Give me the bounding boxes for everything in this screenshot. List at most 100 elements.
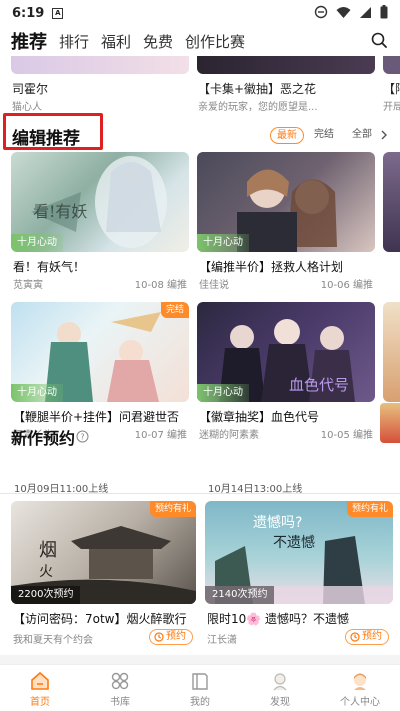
nav-library-label: 书库 <box>110 697 130 708</box>
card-title[interactable]: 【编推半价】拯救人格计划 <box>199 258 375 275</box>
previous-author-1: 猫心人 <box>12 102 42 113</box>
filter-latest[interactable]: 最新 <box>270 127 304 144</box>
card-cover[interactable]: 烟 火 预约有礼 2200次预约 <box>11 501 196 604</box>
new-work-card[interactable]: 遗憾吗? 不遗憾 预约有礼 2140次预约 限时10🌸 遗憾吗？不遗憾 江长潇 … <box>205 501 393 651</box>
card-title[interactable]: 【访问密码：7otw】烟火醉歌行 <box>13 610 198 627</box>
card-author: 迷糊的阿素素 <box>199 430 259 441</box>
search-icon[interactable] <box>370 31 388 49</box>
card-title[interactable]: 限时10🌸 遗憾吗？不遗憾 <box>207 610 393 627</box>
svg-text:遗憾吗?: 遗憾吗? <box>253 515 302 531</box>
tab-ranking[interactable]: 排行 <box>59 31 89 52</box>
nav-discover-label: 发现 <box>270 697 290 708</box>
reserve-label: 预约 <box>362 631 382 642</box>
previous-row: 司霍尔 猫心人 【卡集+徽抽】恶之花 亲爱的玩家，您的愿望是... 【阿 开局 <box>0 56 400 114</box>
previous-desc-2: 亲爱的玩家，您的愿望是... <box>198 102 318 113</box>
card-date: 10-06 编推 <box>320 280 373 291</box>
nav-profile[interactable]: 个人中心 <box>330 671 390 708</box>
nav-home[interactable]: 首页 <box>10 671 70 708</box>
svg-text:血色代号: 血色代号 <box>289 376 349 394</box>
reserve-label: 预约 <box>166 631 186 642</box>
card-title[interactable]: 【徽章抽奖】血色代号 <box>199 408 375 425</box>
clock-icon <box>350 632 360 642</box>
release-date: 10月14日13:00上线 <box>208 484 303 495</box>
svg-text:?: ? <box>80 433 84 442</box>
card-author: 江长潇 <box>207 635 237 646</box>
card-tag: 预约有礼 <box>149 501 196 517</box>
card-cover[interactable]: 十月心动 <box>197 152 375 252</box>
peek-card[interactable] <box>383 302 400 402</box>
editor-card[interactable]: 完结 十月心动 【鞭腿半价+挂件】问君避世否 阿青丫头 10-07 编推 <box>11 302 189 442</box>
status-icons <box>314 5 388 19</box>
previous-desc-3: 开局 <box>383 102 400 113</box>
tab-welfare[interactable]: 福利 <box>101 31 131 52</box>
tab-recommend[interactable]: 推荐 <box>11 28 47 54</box>
card-title[interactable]: 【鞭腿半价+挂件】问君避世否 <box>13 408 189 425</box>
card-date: 10-08 编推 <box>134 280 187 291</box>
signal-icon <box>360 6 371 18</box>
card-cover[interactable]: 看!有妖 十月心动 <box>11 152 189 252</box>
clock-icon <box>154 632 164 642</box>
card-badge: 十月心动 <box>197 384 249 402</box>
battery-icon <box>380 5 388 19</box>
previous-title-3[interactable]: 【阿 <box>383 80 400 97</box>
card-date: 10-07 编推 <box>134 430 187 441</box>
status-time: 6:19 <box>12 5 45 21</box>
new-works-title: 新作预约 <box>11 429 76 448</box>
nav-mine-label: 我的 <box>190 697 210 708</box>
card-cover[interactable]: 血色代号 十月心动 <box>197 302 375 402</box>
previous-cover-1[interactable] <box>11 56 189 74</box>
reserve-button[interactable]: 预约 <box>149 629 193 645</box>
character-icon <box>273 673 287 691</box>
book-icon <box>192 673 208 690</box>
peek-card[interactable] <box>380 403 400 443</box>
filter-all[interactable]: 全部 <box>346 127 378 144</box>
card-date: 10-05 编推 <box>320 430 373 441</box>
reserve-count: 2200次预约 <box>11 586 81 604</box>
filter-completed[interactable]: 完结 <box>308 127 340 144</box>
grid-icon <box>111 672 129 690</box>
svg-text:烟: 烟 <box>39 540 57 561</box>
card-cover[interactable]: 完结 十月心动 <box>11 302 189 402</box>
card-tag: 完结 <box>160 302 189 318</box>
reserve-count: 2140次预约 <box>205 586 275 604</box>
avatar-icon <box>354 673 366 690</box>
card-badge: 十月心动 <box>11 384 63 402</box>
card-cover[interactable]: 遗憾吗? 不遗憾 预约有礼 2140次预约 <box>205 501 393 604</box>
status-bar: 6:19 A <box>0 0 400 26</box>
tab-free[interactable]: 免费 <box>143 31 173 52</box>
previous-cover-2[interactable] <box>197 56 375 74</box>
editor-card[interactable]: 血色代号 十月心动 【徽章抽奖】血色代号 迷糊的阿素素 10-05 编推 <box>197 302 375 442</box>
card-title[interactable]: 看！有妖气！ <box>13 258 189 275</box>
new-work-card[interactable]: 烟 火 预约有礼 2200次预约 【访问密码：7otw】烟火醉歌行 我和夏天有个… <box>11 501 196 651</box>
previous-title-2[interactable]: 【卡集+徽抽】恶之花 <box>198 80 316 97</box>
nav-profile-label: 个人中心 <box>340 697 380 708</box>
previous-cover-3[interactable] <box>383 56 400 74</box>
svg-text:火: 火 <box>39 564 53 580</box>
dnd-icon <box>314 5 328 19</box>
card-badge: 十月心动 <box>11 234 63 252</box>
wifi-icon <box>336 6 351 18</box>
editor-card[interactable]: 十月心动 【编推半价】拯救人格计划 佳佳说 10-06 编推 <box>197 152 375 292</box>
chevron-right-icon[interactable] <box>380 130 388 140</box>
nav-mine[interactable]: 我的 <box>170 671 230 708</box>
nav-library[interactable]: 书库 <box>90 671 150 708</box>
peek-card[interactable] <box>383 152 400 252</box>
nav-discover[interactable]: 发现 <box>250 671 310 708</box>
previous-title-1[interactable]: 司霍尔 <box>12 80 48 97</box>
divider <box>0 655 400 664</box>
card-tag: 预约有礼 <box>346 501 393 517</box>
release-date: 10月09日11:00上线 <box>14 484 109 495</box>
home-icon <box>31 671 49 690</box>
editor-card[interactable]: 看!有妖 十月心动 看！有妖气！ 苋寅寅 10-08 编推 <box>11 152 189 292</box>
svg-text:不遗憾: 不遗憾 <box>273 535 315 551</box>
notification-icon: A <box>52 7 64 19</box>
card-author: 苋寅寅 <box>13 280 43 291</box>
tab-contest[interactable]: 创作比赛 <box>185 31 245 52</box>
card-author: 我和夏天有个约会 <box>13 635 93 646</box>
card-author: 佳佳说 <box>199 280 229 291</box>
reserve-button[interactable]: 预约 <box>345 629 389 645</box>
bottom-nav: 首页 书库 我的 发现 个人中心 <box>0 664 400 711</box>
highlight-box <box>3 113 103 150</box>
card-badge: 十月心动 <box>197 234 249 252</box>
help-icon[interactable]: ? <box>76 430 89 443</box>
